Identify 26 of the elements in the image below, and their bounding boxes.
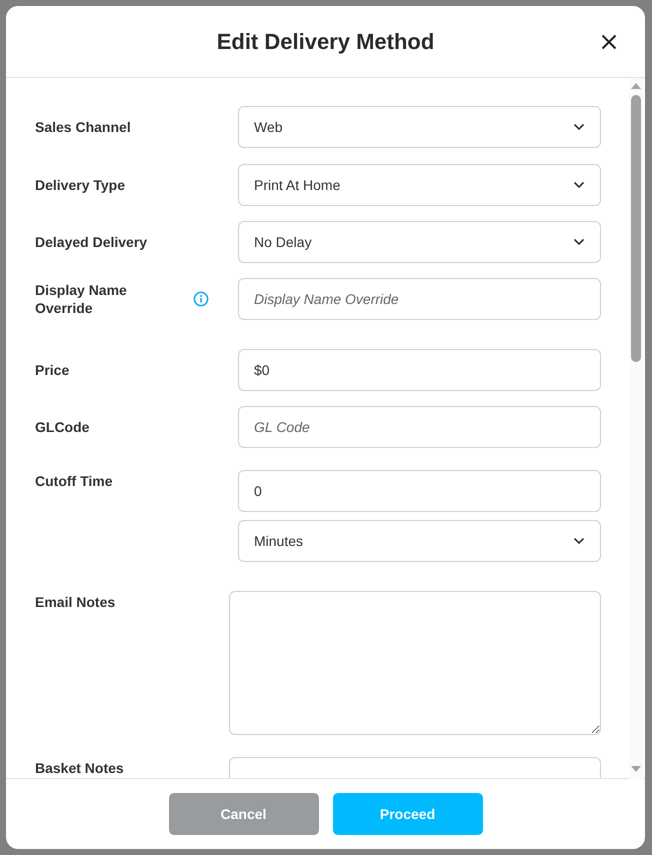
input-field[interactable]: Display Name Override (238, 278, 601, 320)
chevron-down-icon (573, 537, 585, 545)
chevron-down-icon (573, 238, 585, 246)
field-label: Sales Channel (35, 118, 132, 136)
field-label: Delivery Type (35, 176, 126, 194)
field-label: Display Name Override (35, 281, 128, 317)
chevron-down-icon (573, 123, 585, 131)
chevron-down-icon (573, 181, 585, 189)
dropdown-field[interactable]: Print At Home (238, 164, 601, 206)
field-label: Email Notes (35, 593, 116, 611)
dialog-title: Edit Delivery Method (216, 28, 434, 56)
input-field[interactable]: GL Code (238, 406, 601, 448)
dropdown-field[interactable]: No Delay (238, 221, 601, 263)
field-label: Price (35, 361, 70, 379)
input-field[interactable]: $0 (238, 349, 601, 391)
dropdown-field[interactable]: Web (238, 106, 601, 148)
field-label: Basket Notes (35, 759, 125, 777)
info-icon[interactable] (193, 291, 209, 307)
close-icon (601, 34, 617, 50)
field-label: GLCode (35, 418, 90, 436)
field-label: Delayed Delivery (35, 233, 148, 251)
close-button[interactable] (599, 32, 619, 52)
dropdown-field[interactable]: Minutes (238, 520, 601, 562)
input-field[interactable]: 0 (238, 470, 601, 512)
textarea-field[interactable] (229, 591, 601, 735)
field-label: Cutoff Time (35, 472, 114, 490)
